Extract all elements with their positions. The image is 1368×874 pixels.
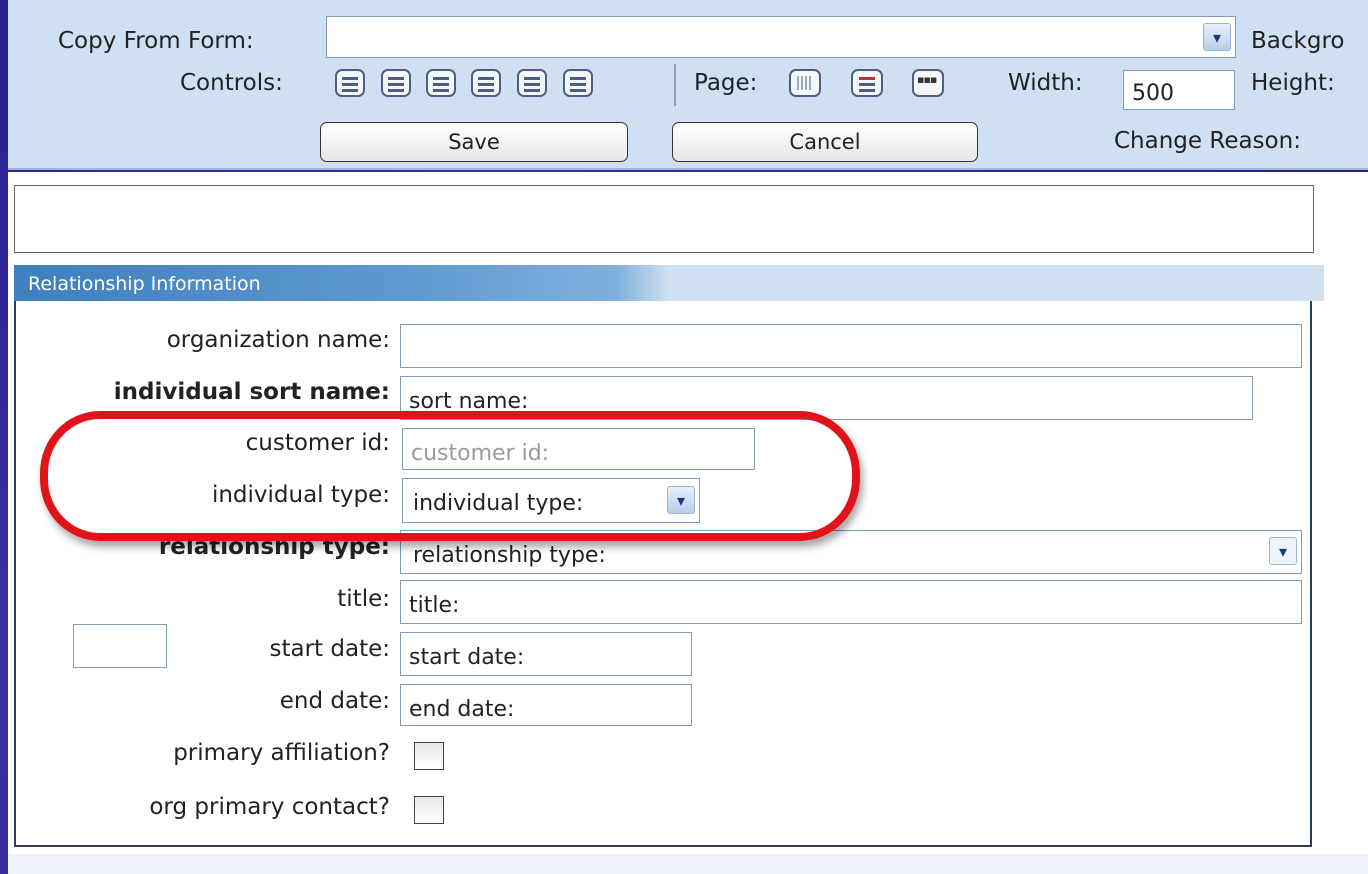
relationship-type-value: relationship type: — [413, 543, 606, 568]
page-grid-icon[interactable] — [789, 69, 821, 97]
save-button[interactable]: Save — [320, 122, 628, 162]
control-center-icon[interactable] — [517, 69, 547, 97]
start-date-label: start date: — [269, 636, 391, 662]
primary-affiliation-checkbox[interactable] — [414, 742, 444, 770]
page-label: Page: — [694, 70, 758, 96]
copy-from-form-select[interactable]: ▾ — [326, 16, 1236, 58]
individual-sort-name-label: individual sort name: — [113, 379, 390, 405]
page-properties-icon[interactable] — [912, 69, 944, 97]
primary-affiliation-label: primary affiliation? — [173, 740, 390, 766]
cancel-button[interactable]: Cancel — [672, 122, 978, 162]
bottom-strip — [8, 854, 1368, 874]
organization-name-label: organization name: — [166, 327, 390, 353]
copy-from-form-label: Copy From Form: — [58, 28, 254, 54]
background-label: Backgro — [1251, 28, 1345, 54]
toolbar-divider — [674, 64, 676, 106]
title-input[interactable]: title: — [400, 580, 1302, 624]
control-distribute-icon[interactable] — [563, 69, 593, 97]
org-primary-contact-checkbox[interactable] — [414, 796, 444, 824]
height-label: Height: — [1251, 70, 1335, 96]
empty-form-section[interactable] — [14, 185, 1314, 253]
end-date-input[interactable]: end date: — [400, 684, 692, 726]
unlabeled-small-field[interactable] — [73, 624, 167, 668]
organization-name-input[interactable] — [400, 324, 1302, 368]
org-primary-contact-label: org primary contact? — [149, 794, 390, 820]
change-reason-label: Change Reason: — [1114, 128, 1301, 154]
title-label: title: — [337, 586, 390, 612]
controls-label: Controls: — [180, 70, 283, 96]
control-align-bottom-icon[interactable] — [471, 69, 501, 97]
end-date-label: end date: — [279, 688, 390, 714]
chevron-down-icon[interactable]: ▾ — [1269, 537, 1297, 565]
start-date-input[interactable]: start date: — [400, 632, 692, 676]
page-layout-icon[interactable] — [851, 69, 883, 97]
highlight-annotation — [40, 411, 860, 541]
width-input[interactable]: 500 — [1123, 70, 1235, 110]
form-designer-toolbar: Copy From Form: ▾ Backgro Controls: Page… — [8, 0, 1368, 170]
chevron-down-icon[interactable]: ▾ — [1203, 23, 1231, 51]
control-align-right-icon[interactable] — [381, 69, 411, 97]
panel-title: Relationship Information — [14, 265, 1324, 301]
control-align-left-icon[interactable] — [335, 69, 365, 97]
control-align-top-icon[interactable] — [426, 69, 456, 97]
width-label: Width: — [1008, 70, 1083, 96]
